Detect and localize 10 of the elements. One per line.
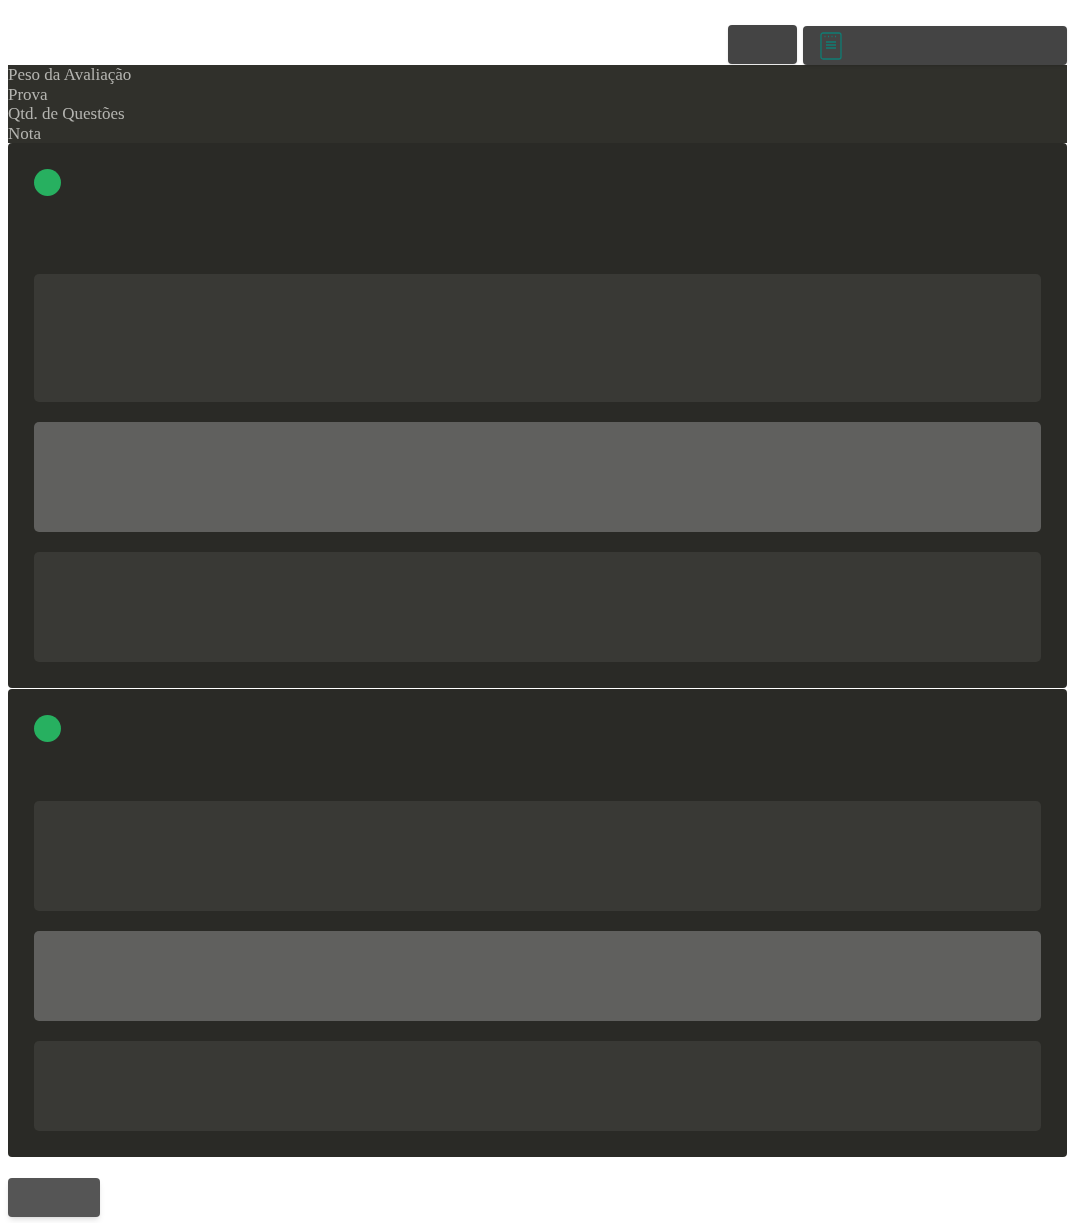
- toolbar-button[interactable]: [728, 25, 797, 64]
- notepad-icon: [820, 31, 842, 60]
- column-label: Qtd. de Questões: [8, 104, 125, 124]
- option-row[interactable]: [34, 931, 1041, 1021]
- notes-button[interactable]: [803, 26, 1067, 65]
- column-label: Nota: [8, 123, 42, 143]
- option-row[interactable]: [34, 422, 1041, 532]
- footer-button[interactable]: [8, 1178, 100, 1217]
- column-label: Peso da Avaliação: [8, 65, 132, 85]
- column-label: Prova: [8, 84, 48, 104]
